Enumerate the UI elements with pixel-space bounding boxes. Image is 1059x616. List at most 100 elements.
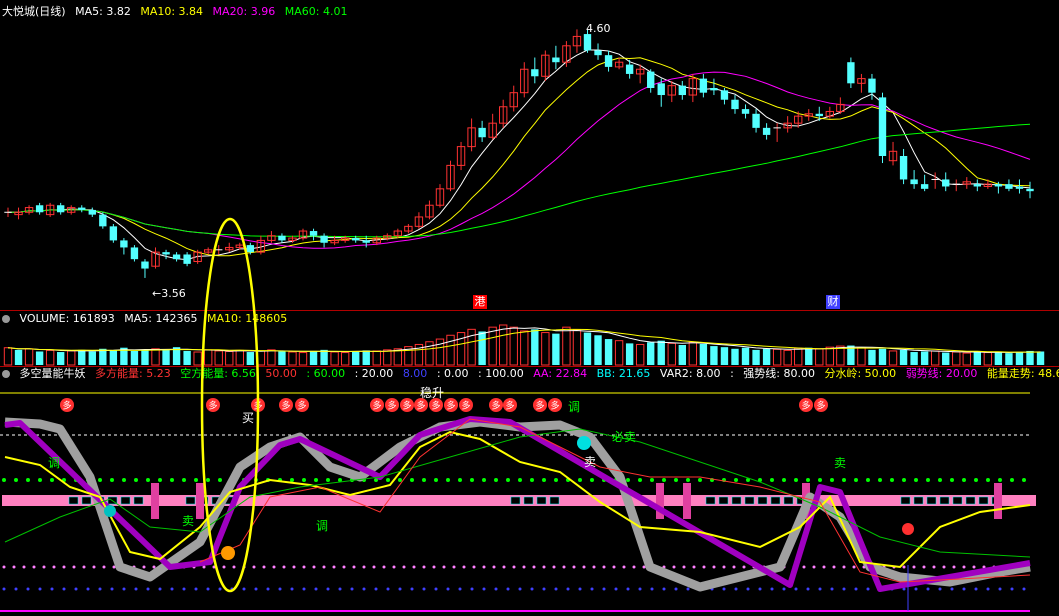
high-price-label: 4.60	[586, 22, 611, 35]
candle-down	[88, 209, 96, 215]
candle-down	[720, 90, 729, 100]
pink-dot	[822, 565, 826, 569]
blue-dot	[446, 587, 450, 591]
candle-down	[920, 184, 929, 189]
pink-dot	[412, 565, 416, 569]
band-cell	[68, 496, 79, 505]
price-header: 大悦城(日线) MA5: 3.82 MA10: 3.84 MA20: 3.96 …	[2, 5, 353, 18]
bull-signal-text: 多	[281, 400, 290, 412]
blue-dot	[986, 587, 990, 591]
pink-dot	[42, 565, 46, 569]
green-dot	[638, 478, 642, 482]
blue-dot	[794, 587, 798, 591]
sell-label: 卖	[834, 456, 846, 470]
blue-dot	[410, 587, 414, 591]
volume-bar-down	[678, 345, 686, 365]
green-dot	[446, 478, 450, 482]
pink-dot	[422, 565, 426, 569]
green-dot	[290, 478, 294, 482]
pink-dot	[452, 565, 456, 569]
volume-bar-up	[298, 352, 308, 366]
pink-dot	[2, 565, 6, 569]
candle-down	[1005, 184, 1013, 189]
pink-dot	[572, 565, 576, 569]
weak-line: 弱势线: 20.00	[905, 367, 978, 380]
volume-bar-down	[625, 343, 634, 365]
blue-dot	[134, 587, 138, 591]
strong-line: 强势线: 80.00	[743, 367, 815, 380]
pink-dot	[612, 565, 616, 569]
green-dot	[194, 478, 198, 482]
pink-dot	[952, 565, 956, 569]
pink-dot	[472, 565, 476, 569]
volume-bar-down	[752, 349, 760, 365]
green-dot	[782, 478, 786, 482]
volume-bar-down	[78, 349, 86, 365]
buy-label: 买	[242, 411, 254, 425]
pink-dot	[232, 565, 236, 569]
collapse-icon[interactable]	[2, 315, 10, 323]
pink-dot	[342, 565, 346, 569]
blue-dot	[830, 587, 834, 591]
candle-down	[741, 109, 750, 114]
volume-bar-up	[983, 352, 993, 366]
blue-dot	[218, 587, 222, 591]
volume-bar-down	[657, 340, 665, 365]
event-marker-finance[interactable]: 财	[826, 295, 840, 309]
pink-dot	[442, 565, 446, 569]
green-dot	[50, 478, 54, 482]
volume-bar-down	[878, 348, 887, 365]
band-cell	[549, 496, 560, 505]
blue-dot	[1022, 587, 1026, 591]
volume-bar-down	[56, 352, 65, 365]
event-marker-hk[interactable]: 港	[473, 295, 487, 309]
volume-bar-down	[710, 346, 718, 365]
volume-bar-down	[899, 349, 908, 365]
volume-bar-up	[288, 351, 297, 366]
candle-down	[552, 57, 560, 63]
volume-bar-down	[604, 339, 613, 365]
volume-bar-down	[1036, 351, 1045, 365]
bull-signal-text: 多	[402, 400, 411, 412]
band-cell	[744, 496, 755, 505]
candle-down	[594, 50, 602, 56]
band-cell	[81, 496, 92, 505]
green-dot	[2, 478, 6, 482]
bull-signal-text: 多	[372, 400, 381, 412]
value-8: 8.00	[402, 367, 428, 380]
pink-dot	[72, 565, 76, 569]
stock-title[interactable]: 大悦城(日线)	[2, 5, 66, 18]
indicator-name[interactable]: 多空量能牛妖	[20, 367, 86, 380]
must-sell-label: 必卖	[612, 430, 636, 444]
band-cell	[705, 496, 716, 505]
green-dot	[314, 478, 318, 482]
low-price-label: ←3.56	[152, 287, 186, 300]
blue-dot	[722, 587, 726, 591]
green-dot	[686, 478, 690, 482]
candle-down	[56, 205, 65, 213]
green-dot	[794, 478, 798, 482]
volume-bar-down	[141, 349, 149, 365]
volume-bar-up	[562, 326, 571, 366]
volume-bar-up	[825, 346, 835, 366]
volume-bar-up	[256, 350, 266, 366]
blue-dot	[962, 587, 966, 591]
bear-energy: 空方能量: 6.56	[180, 367, 256, 380]
volume-bar-up	[446, 334, 455, 366]
blue-dot	[734, 587, 738, 591]
blue-dot	[14, 587, 18, 591]
blue-dot	[314, 587, 318, 591]
volume-bar-up	[815, 348, 824, 366]
volume-bar-up	[520, 330, 529, 366]
volume-bar-up	[962, 352, 971, 366]
blue-dot	[290, 587, 294, 591]
candle-down	[815, 113, 823, 117]
green-dot	[218, 478, 222, 482]
volume-bar-down	[1015, 352, 1024, 365]
collapse-icon[interactable]	[2, 370, 10, 378]
green-dot	[662, 478, 666, 482]
blue-dot	[914, 587, 918, 591]
volume-bar-up	[667, 342, 676, 366]
volume-bar-down	[942, 352, 950, 365]
candle-down	[752, 113, 760, 128]
